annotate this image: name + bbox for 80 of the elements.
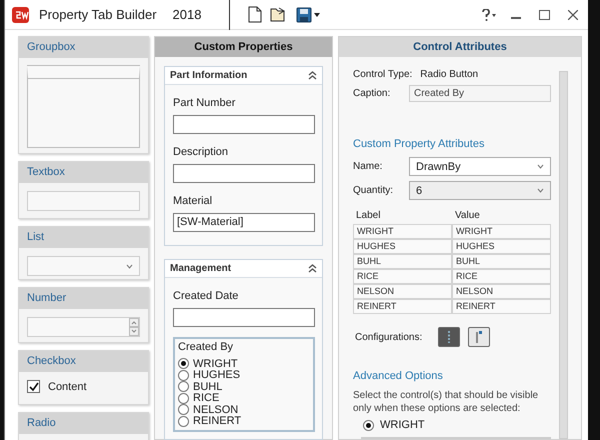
name-dropdown[interactable]: DrawnBy	[409, 157, 551, 176]
caret-icon	[537, 188, 544, 193]
help-icon[interactable]	[481, 8, 497, 20]
radio-option[interactable]: NELSON	[178, 404, 310, 416]
card-title: Groupbox	[19, 37, 148, 58]
table-cell[interactable]: RICE	[452, 269, 551, 284]
table-cell[interactable]: BUHL	[353, 254, 452, 269]
table-cell[interactable]: REINERT	[353, 299, 452, 314]
field-label: Caption:	[353, 88, 392, 99]
table-cell[interactable]: NELSON	[353, 284, 452, 299]
column-header: Value	[454, 209, 481, 223]
radio-option[interactable]: BUHL	[178, 381, 310, 392]
palette-card[interactable]: Groupbox	[18, 36, 149, 154]
table-cell[interactable]: HUGHES	[353, 239, 452, 254]
card-title: Number	[19, 288, 148, 309]
checkbox[interactable]	[27, 380, 40, 393]
section-title: Advanced Options	[353, 370, 444, 382]
configuration-button[interactable]	[438, 327, 460, 347]
checkmark-icon	[28, 382, 38, 392]
panel-header: Control Attributes	[339, 37, 581, 57]
table-cell[interactable]: REINERT	[452, 299, 551, 314]
spinner-arrows-icon	[129, 318, 139, 336]
palette-card[interactable]: Checkbox Content	[18, 350, 149, 405]
field-label: Material	[173, 195, 214, 207]
card-title: Textbox	[19, 162, 148, 183]
group-title: Part Information	[170, 70, 248, 81]
new-document-icon[interactable]	[248, 6, 262, 23]
palette-card[interactable]: List	[18, 226, 149, 280]
card-title: Radio	[19, 413, 148, 434]
control-type-value: Radio Button	[420, 69, 478, 80]
field-label: Configurations:	[355, 332, 422, 342]
radio-group-caption: Created By	[178, 341, 234, 353]
panel-header: Custom Properties	[155, 37, 332, 57]
window-title: Property Tab Builder	[39, 7, 157, 22]
app-logo-icon	[11, 4, 31, 24]
palette-card[interactable]: Radio	[18, 412, 149, 440]
group-title: Management	[170, 263, 232, 274]
collapse-icon[interactable]	[308, 71, 317, 80]
checkbox-label: Content	[48, 380, 87, 392]
list-icon	[446, 330, 452, 344]
caret-icon	[126, 264, 133, 268]
palette-card[interactable]: Number	[18, 287, 149, 343]
quantity-dropdown[interactable]: 6	[409, 181, 551, 200]
text-field[interactable]: [SW-Material]	[173, 213, 315, 232]
table-cell[interactable]: WRIGHT	[452, 224, 551, 239]
radio-option[interactable]: REINERT	[178, 416, 310, 427]
palette-card[interactable]: Textbox	[18, 161, 149, 219]
radio-option[interactable]: WRIGHT	[363, 419, 551, 431]
table-cell[interactable]: NELSON	[452, 284, 551, 299]
caret-icon	[537, 164, 544, 169]
card-title: Checkbox	[19, 351, 148, 372]
text-field[interactable]	[173, 164, 315, 183]
field-label: Description	[173, 146, 230, 158]
close-icon[interactable]	[568, 10, 578, 20]
field-label: Quantity:	[353, 185, 394, 196]
table-cell[interactable]: HUGHES	[452, 239, 551, 254]
field-label: Control Type:	[353, 69, 412, 80]
table-cell[interactable]: BUHL	[452, 254, 551, 269]
configuration-button[interactable]	[468, 327, 490, 347]
save-icon[interactable]	[296, 6, 320, 22]
card-title: List	[19, 227, 148, 248]
radio-option[interactable]: HUGHES	[178, 370, 310, 381]
maximize-icon[interactable]	[539, 10, 550, 20]
field-label: Created Date	[173, 290, 240, 302]
column-header: Label	[355, 209, 382, 223]
text-field[interactable]	[173, 115, 315, 134]
text-field[interactable]	[173, 308, 315, 327]
collapse-icon[interactable]	[308, 264, 317, 273]
field-label: Part Number	[173, 97, 236, 109]
list-icon	[475, 330, 484, 344]
table-cell[interactable]: WRIGHT	[353, 224, 452, 239]
radio-option[interactable]: WRIGHT	[178, 358, 310, 370]
caption-field[interactable]: Created By	[409, 85, 551, 102]
section-title: Custom Property Attributes	[353, 138, 486, 150]
version-label: 2018	[172, 7, 202, 22]
instruction-text: Select the control(s) that should be visible only when these options are selected:	[353, 389, 540, 415]
table-cell[interactable]: RICE	[353, 269, 452, 284]
field-label: Name:	[353, 161, 384, 172]
scrollbar[interactable]	[559, 71, 568, 439]
radio-option[interactable]: RICE	[178, 392, 310, 404]
